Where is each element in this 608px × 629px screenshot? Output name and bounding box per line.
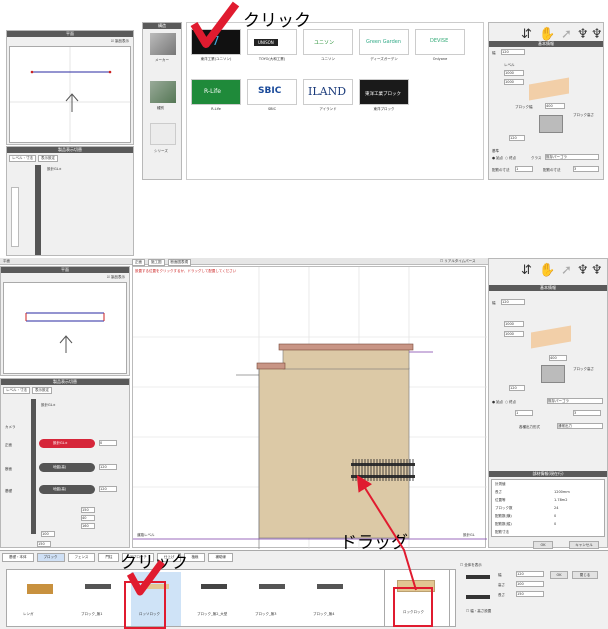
catalog-series-label: シリーズ bbox=[154, 149, 168, 153]
top-level-gl: 設計GL± bbox=[47, 167, 62, 171]
thumb-maker-9-logo: 東洋工業ブロック bbox=[365, 92, 401, 97]
top-field-width[interactable]: 120 bbox=[501, 49, 525, 55]
top-field-depth[interactable]: 120 bbox=[509, 135, 525, 141]
top-plan-header: 平面 bbox=[7, 31, 133, 37]
top-level-tab-2[interactable]: 表示設定 bbox=[38, 155, 58, 162]
top-rebar-2[interactable]: 3 bbox=[573, 166, 599, 172]
top-toolbar-icons[interactable]: ⇵ ✋ ➚ ♆ ♆ bbox=[517, 25, 603, 41]
top-level-panel: 製品表示切替 レベル・寸法 表示設定 設計GL± bbox=[6, 146, 134, 256]
top-level-header: 製品表示切替 bbox=[7, 147, 133, 153]
top-block-width[interactable]: 400 bbox=[545, 103, 565, 109]
top-level-checks[interactable] bbox=[11, 187, 19, 247]
check-mark-top bbox=[190, 1, 240, 48]
top-dir-start[interactable]: ● 始点 bbox=[492, 156, 503, 161]
thumb-maker-7-label: SBIC bbox=[267, 107, 277, 111]
annotation-click-top: クリック bbox=[243, 11, 311, 31]
top-kind-label: クラス bbox=[531, 156, 542, 160]
thumb-maker-6-logo: R-Life bbox=[204, 88, 221, 95]
top-right-panel: ⇵ ✋ ➚ ♆ ♆ 基本情報 幅 120 レベル 1000 1000 ブロック幅 40… bbox=[488, 22, 604, 180]
thumb-maker-7-logo: SBIC bbox=[258, 86, 282, 96]
thumb-maker-4-logo: Green Garden bbox=[366, 39, 402, 45]
series-icon[interactable] bbox=[150, 123, 176, 145]
thumb-maker-7[interactable]: SBIC bbox=[247, 79, 297, 105]
top-catalog-panel: 構造 メーカー 種別 シリーズ bbox=[142, 22, 182, 180]
top-rebar-1[interactable]: 1 bbox=[515, 166, 533, 172]
bottom-screen: 平面 正面 施工図 断面図表現 ☐ リアルタイムパース 平面 ☑ 製品表示 製品… bbox=[0, 258, 608, 629]
thumb-maker-3-label: ユニソン bbox=[321, 57, 335, 61]
top-product-checkbox[interactable]: ☑ 製品表示 bbox=[111, 39, 129, 44]
thumb-maker-3-logo: ユニソン bbox=[314, 40, 335, 46]
thumb-maker-9-label: 東洋ブロック bbox=[373, 107, 395, 111]
svg-text:✋: ✋ bbox=[539, 26, 555, 41]
top-rebar-label-1: 配筋の寸法 bbox=[492, 168, 510, 172]
top-block-3d bbox=[539, 115, 563, 133]
thumb-maker-4-label: ディーズガーデン bbox=[370, 57, 398, 61]
top-rebar-label-2: 配筋の寸法 bbox=[543, 168, 561, 172]
thumb-maker-5-logo: DEVISE bbox=[430, 38, 449, 44]
top-plan-canvas[interactable] bbox=[9, 46, 132, 144]
thumb-maker-1-label: 東洋工業(ユニソン) bbox=[200, 57, 232, 61]
catalog-maker-label: メーカー bbox=[155, 58, 169, 62]
maker-icon[interactable] bbox=[150, 33, 176, 55]
thumb-maker-2-label: TOYO(大和工業) bbox=[258, 57, 286, 61]
thumb-maker-2[interactable]: UNISON bbox=[247, 29, 297, 55]
top-level-tab-1[interactable]: レベル・寸法 bbox=[9, 155, 36, 162]
top-block-preview bbox=[529, 77, 569, 101]
catalog-type-label: 種別 bbox=[157, 106, 164, 110]
top-plan-panel: 平面 ☑ 製品表示 bbox=[6, 30, 134, 145]
thumb-maker-2-logo: UNISON bbox=[254, 39, 278, 46]
top-product-checkbox-label: 製品表示 bbox=[115, 39, 129, 43]
type-icon[interactable] bbox=[150, 81, 176, 103]
top-dir-label: 基準 bbox=[492, 149, 499, 153]
top-plan-drawing bbox=[10, 47, 132, 144]
thumb-maker-8[interactable]: ILAND bbox=[303, 79, 353, 105]
top-field-width-label: 幅 bbox=[492, 51, 496, 55]
top-field-height[interactable]: 1000 bbox=[504, 79, 524, 85]
top-block-height-label: ブロック高さ bbox=[573, 113, 594, 117]
thumb-maker-6[interactable]: R-Life bbox=[191, 79, 241, 105]
thumb-maker-3[interactable]: ユニソン bbox=[303, 29, 353, 55]
top-kind-select[interactable]: 既存パーゴラ bbox=[545, 154, 599, 160]
thumb-maker-8-logo: ILAND bbox=[308, 85, 347, 98]
svg-text:➚: ➚ bbox=[561, 27, 572, 41]
thumb-maker-8-label: アイランド bbox=[319, 107, 337, 111]
svg-text:⇵: ⇵ bbox=[521, 27, 532, 41]
svg-text:♆: ♆ bbox=[591, 27, 603, 41]
top-block-width-label: ブロック幅 bbox=[515, 105, 533, 109]
top-dir-end[interactable]: ○ 終点 bbox=[505, 156, 516, 161]
thumb-maker-9[interactable]: 東洋工業ブロック bbox=[359, 79, 409, 105]
top-info-header: 基本情報 bbox=[489, 41, 603, 47]
thumb-maker-5[interactable]: DEVISE bbox=[415, 29, 465, 55]
drag-arrow bbox=[124, 474, 433, 629]
top-screen: 平面 ☑ 製品表示 製品表示切替 レベル・寸法 表示設定 設計GL± 構造 メー… bbox=[0, 0, 608, 258]
svg-text:♆: ♆ bbox=[577, 27, 589, 41]
top-field-level-label: レベル bbox=[504, 63, 515, 67]
top-field-level[interactable]: 1000 bbox=[504, 70, 524, 76]
thumb-maker-5-label: Onlyone bbox=[432, 57, 448, 61]
thumb-maker-4[interactable]: Green Garden bbox=[359, 29, 409, 55]
top-level-bar bbox=[35, 165, 41, 255]
top-catalog-header: 構造 bbox=[143, 23, 181, 29]
thumb-maker-6-label: R-Life bbox=[211, 107, 221, 111]
